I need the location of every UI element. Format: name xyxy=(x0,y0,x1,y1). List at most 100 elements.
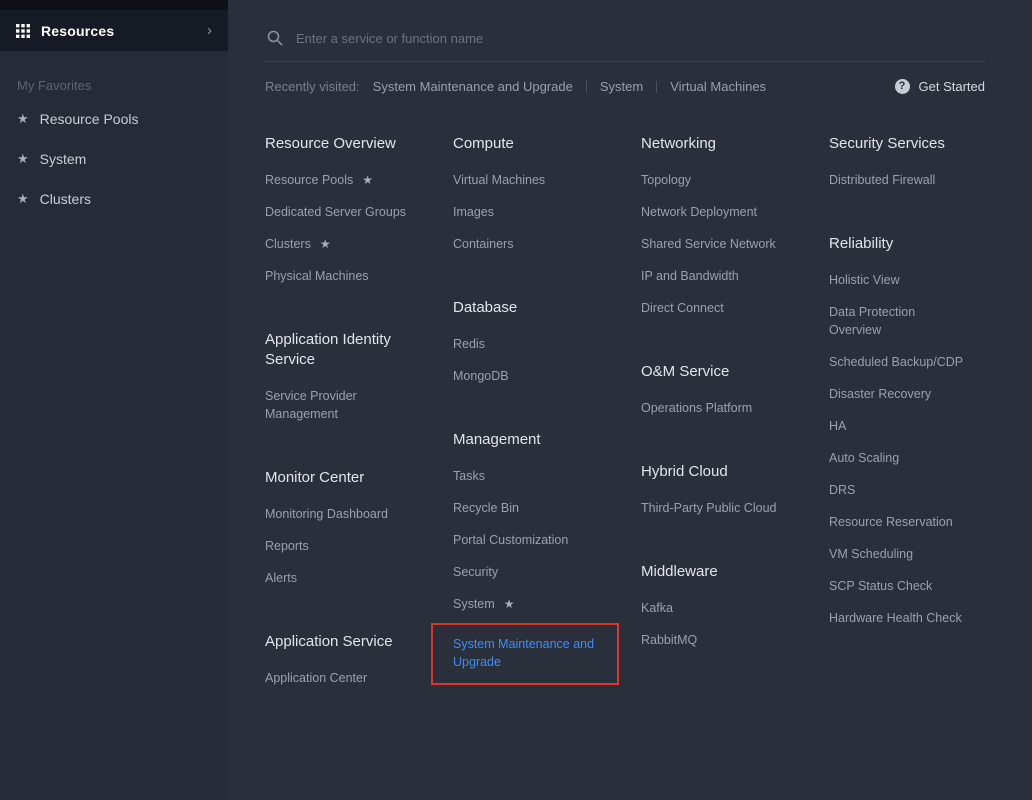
menu-item-alerts[interactable]: Alerts xyxy=(265,562,416,594)
menu-section-title: O&M Service xyxy=(641,362,792,382)
menu-column: Security Services Distributed Firewall Rel… xyxy=(829,134,969,732)
menu-item-network-deployment[interactable]: Network Deployment xyxy=(641,196,792,228)
menu-section-management: Management TasksRecycle BinPortal Customi… xyxy=(453,430,604,685)
menu-item-distributed-firewall[interactable]: Distributed Firewall xyxy=(829,164,969,196)
recent-link-system-maintenance-and-upgrade[interactable]: System Maintenance and Upgrade xyxy=(373,79,573,94)
sidebar-item-resources[interactable]: Resources › xyxy=(0,10,228,51)
app-window: Resources › My Favorites ★Resource Pools… xyxy=(0,0,1032,800)
menu-section-title: Resource Overview xyxy=(265,134,416,154)
menu-item-application-center[interactable]: Application Center xyxy=(265,662,416,694)
menu-item-clusters[interactable]: Clusters★ xyxy=(265,228,416,260)
menu-item-shared-service-network[interactable]: Shared Service Network xyxy=(641,228,792,260)
favorites-heading: My Favorites xyxy=(0,51,228,99)
grid-icon xyxy=(16,24,30,38)
sidebar-item-label: System xyxy=(40,151,87,167)
menu-section-title: Application Identity Service xyxy=(265,330,416,370)
menu-section-application-service: Application Service Application Center xyxy=(265,632,416,694)
divider xyxy=(586,81,587,93)
menu-item-direct-connect[interactable]: Direct Connect xyxy=(641,292,792,324)
menu-section-title: Database xyxy=(453,298,604,318)
menu-section-o-m-service: O&M Service Operations Platform xyxy=(641,362,792,424)
highlight-red-box: System Maintenance and Upgrade xyxy=(431,623,619,685)
chevron-right-icon: › xyxy=(207,23,212,38)
menu-item-drs[interactable]: DRS xyxy=(829,474,969,506)
menu-item-hardware-health-check[interactable]: Hardware Health Check xyxy=(829,602,969,634)
star-icon: ★ xyxy=(17,111,29,127)
menu-item-images[interactable]: Images xyxy=(453,196,604,228)
menu-item-scp-status-check[interactable]: SCP Status Check xyxy=(829,570,969,602)
menu-item-ha[interactable]: HA xyxy=(829,410,969,442)
menu-item-virtual-machines[interactable]: Virtual Machines xyxy=(453,164,604,196)
menu-section-resource-overview: Resource Overview Resource Pools★Dedicate… xyxy=(265,134,416,292)
menu-section-database: Database RedisMongoDB xyxy=(453,298,604,392)
menu-item-disaster-recovery[interactable]: Disaster Recovery xyxy=(829,378,969,410)
menu-item-system-maintenance-and-upgrade[interactable]: System Maintenance and Upgrade xyxy=(453,629,599,677)
menu-item-tasks[interactable]: Tasks xyxy=(453,460,604,492)
menu-section-hybrid-cloud: Hybrid Cloud Third-Party Public Cloud xyxy=(641,462,792,524)
sidebar-item-system[interactable]: ★System xyxy=(0,139,228,179)
menu-item-monitoring-dashboard[interactable]: Monitoring Dashboard xyxy=(265,498,416,530)
menu-section-title: Security Services xyxy=(829,134,969,154)
menu-item-dedicated-server-groups[interactable]: Dedicated Server Groups xyxy=(265,196,416,228)
search-bar xyxy=(265,0,985,62)
menu-item-mongodb[interactable]: MongoDB xyxy=(453,360,604,392)
menu-item-rabbitmq[interactable]: RabbitMQ xyxy=(641,624,792,656)
menu-item-resource-reservation[interactable]: Resource Reservation xyxy=(829,506,969,538)
menu-item-security[interactable]: Security xyxy=(453,556,604,588)
main-panel: Recently visited: System Maintenance and… xyxy=(228,0,1032,800)
get-started-button[interactable]: ? Get Started xyxy=(895,79,985,94)
recent-link-virtual-machines[interactable]: Virtual Machines xyxy=(670,79,766,94)
menu-item-resource-pools[interactable]: Resource Pools★ xyxy=(265,164,416,196)
divider xyxy=(656,81,657,93)
star-icon: ★ xyxy=(504,597,515,611)
recent-links: System Maintenance and Upgrade System Virt… xyxy=(373,79,766,94)
menu-column: Compute Virtual MachinesImagesContainers D… xyxy=(453,134,604,732)
menu-section-title: Management xyxy=(453,430,604,450)
sidebar-item-resource-pools[interactable]: ★Resource Pools xyxy=(0,99,228,139)
recently-visited-label: Recently visited: xyxy=(265,79,360,94)
menu-item-operations-platform[interactable]: Operations Platform xyxy=(641,392,792,424)
menu-item-redis[interactable]: Redis xyxy=(453,328,604,360)
menu-item-data-protection-overview[interactable]: Data Protection Overview xyxy=(829,296,969,346)
get-started-label: Get Started xyxy=(919,79,985,94)
menu-item-recycle-bin[interactable]: Recycle Bin xyxy=(453,492,604,524)
search-input[interactable] xyxy=(296,31,983,46)
menu-section-title: Middleware xyxy=(641,562,792,582)
menu-item-physical-machines[interactable]: Physical Machines xyxy=(265,260,416,292)
menu-column: Resource Overview Resource Pools★Dedicate… xyxy=(265,134,416,732)
star-icon: ★ xyxy=(320,237,331,251)
menu-section-application-identity-service: Application Identity Service Service Prov… xyxy=(265,330,416,430)
search-icon xyxy=(267,30,283,46)
resources-label: Resources xyxy=(41,23,114,39)
menu-section-title: Reliability xyxy=(829,234,969,254)
menu-section-reliability: Reliability Holistic ViewData Protection … xyxy=(829,234,969,634)
menu-item-ip-and-bandwidth[interactable]: IP and Bandwidth xyxy=(641,260,792,292)
menu-item-vm-scheduling[interactable]: VM Scheduling xyxy=(829,538,969,570)
menu-item-auto-scaling[interactable]: Auto Scaling xyxy=(829,442,969,474)
menu-section-middleware: Middleware KafkaRabbitMQ xyxy=(641,562,792,656)
menu-item-reports[interactable]: Reports xyxy=(265,530,416,562)
menu-item-kafka[interactable]: Kafka xyxy=(641,592,792,624)
menu-section-title: Application Service xyxy=(265,632,416,652)
menu-section-title: Networking xyxy=(641,134,792,154)
menu-item-containers[interactable]: Containers xyxy=(453,228,604,260)
menu-item-topology[interactable]: Topology xyxy=(641,164,792,196)
star-icon: ★ xyxy=(362,173,373,187)
menu-section-monitor-center: Monitor CenterMonitoring DashboardReport… xyxy=(265,468,416,594)
sidebar: Resources › My Favorites ★Resource Pools… xyxy=(0,0,228,800)
mega-menu: Resource Overview Resource Pools★Dedicate… xyxy=(265,134,985,732)
menu-item-scheduled-backup-cdp[interactable]: Scheduled Backup/CDP xyxy=(829,346,969,378)
menu-item-service-provider-management[interactable]: Service Provider Management xyxy=(265,380,416,430)
sidebar-item-label: Clusters xyxy=(40,191,91,207)
menu-section-title: Compute xyxy=(453,134,604,154)
sidebar-item-clusters[interactable]: ★ Clusters xyxy=(0,179,228,219)
recently-visited-bar: Recently visited: System Maintenance and… xyxy=(265,79,985,94)
menu-item-portal-customization[interactable]: Portal Customization xyxy=(453,524,604,556)
recent-link-system[interactable]: System xyxy=(600,79,643,94)
favorites-list: ★Resource Pools★System★Clusters xyxy=(0,99,228,219)
menu-item-third-party-public-cloud[interactable]: Third-Party Public Cloud xyxy=(641,492,792,524)
star-icon: ★ xyxy=(17,191,29,207)
menu-section-title: Hybrid Cloud xyxy=(641,462,792,482)
menu-item-system[interactable]: System★ xyxy=(453,588,604,620)
menu-item-holistic-view[interactable]: Holistic View xyxy=(829,264,969,296)
